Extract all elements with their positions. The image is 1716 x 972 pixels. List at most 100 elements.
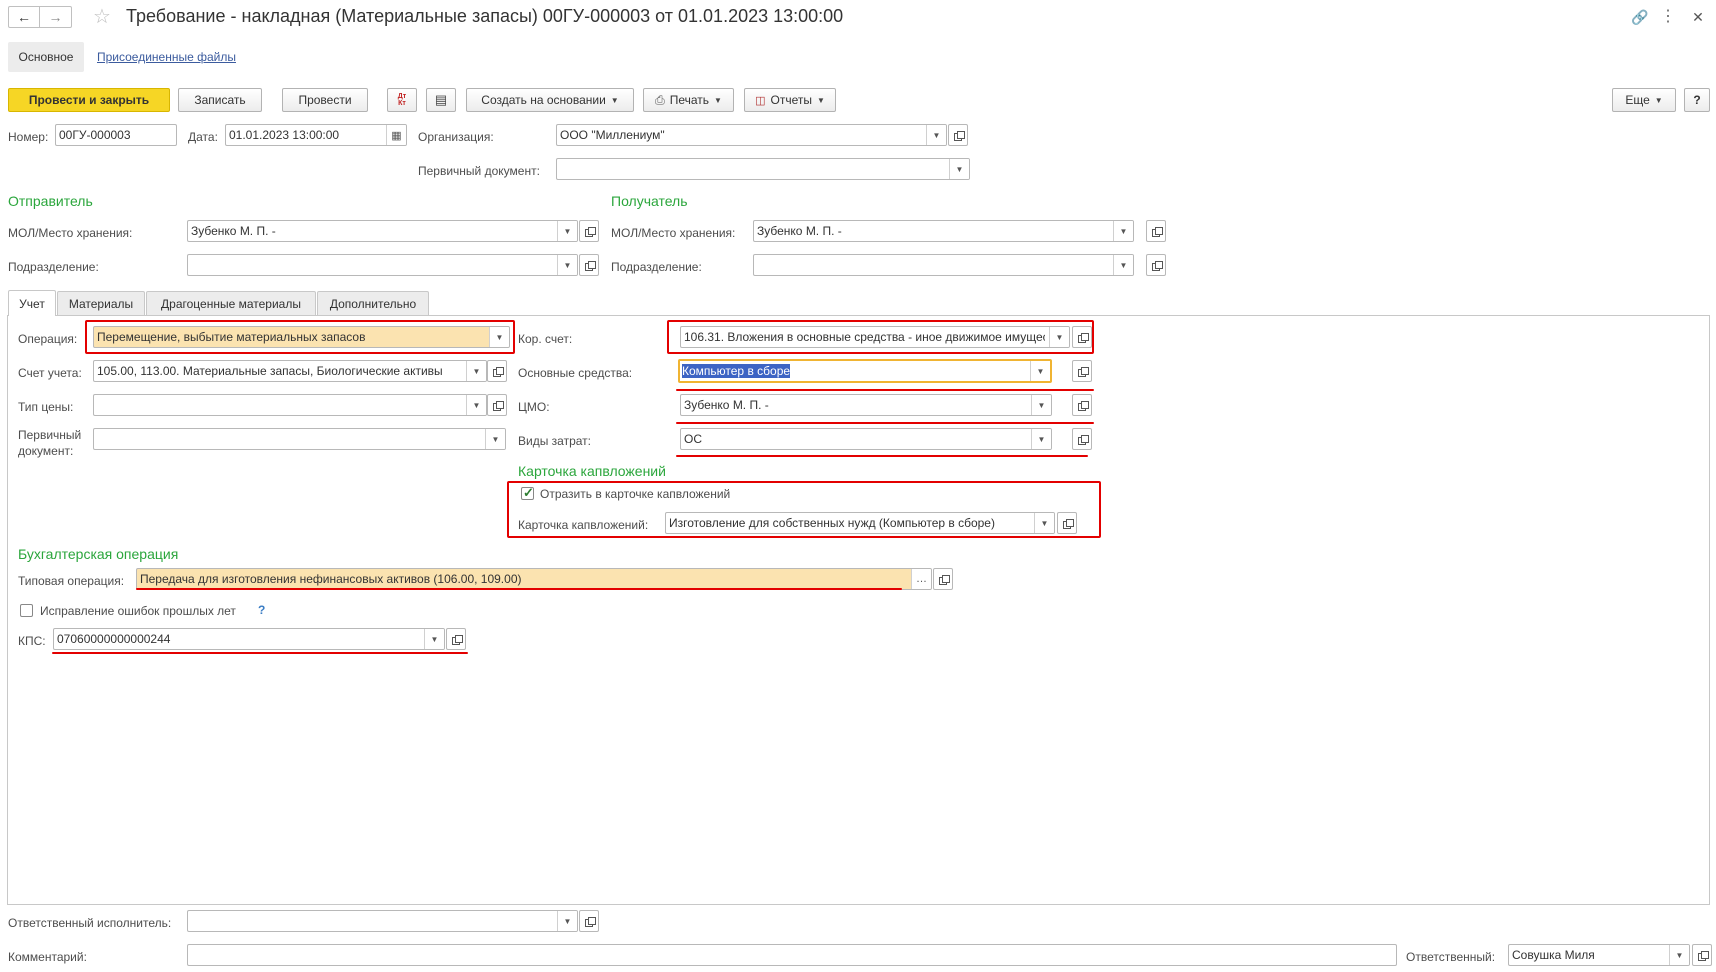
- receiver-mol-label: МОЛ/Место хранения:: [611, 226, 736, 240]
- close-button[interactable]: ✕: [1688, 7, 1708, 27]
- primary-doc-field[interactable]: ▼: [556, 158, 970, 180]
- reflect-checkbox[interactable]: ✓: [521, 485, 534, 500]
- operation-field[interactable]: Перемещение, выбытие материальных запасо…: [93, 326, 510, 348]
- kps-open-button[interactable]: [446, 628, 466, 650]
- fix-errors-checkbox[interactable]: [20, 604, 33, 617]
- ellipsis-icon[interactable]: …: [911, 569, 931, 589]
- comment-field[interactable]: [187, 944, 1397, 966]
- card-open-button[interactable]: [1057, 512, 1077, 534]
- help-button[interactable]: ?: [1684, 88, 1710, 112]
- primary-doc-label: Первичный документ:: [418, 164, 540, 178]
- dropdown-icon[interactable]: ▼: [926, 125, 946, 145]
- date-field[interactable]: 01.01.2023 13:00:00 ▦: [225, 124, 407, 146]
- favorite-button[interactable]: ☆: [90, 4, 114, 28]
- dropdown-icon[interactable]: ▼: [1030, 361, 1050, 381]
- dropdown-icon[interactable]: ▼: [1031, 429, 1051, 449]
- close-icon: ✕: [1692, 8, 1704, 25]
- os-label: Основные средства:: [518, 366, 633, 380]
- card-field[interactable]: Изготовление для собственных нужд (Компь…: [665, 512, 1055, 534]
- post-button[interactable]: Провести: [282, 88, 368, 112]
- receiver-dept-open-button[interactable]: [1146, 254, 1166, 276]
- tab-precious-materials[interactable]: Драгоценные материалы: [146, 291, 316, 315]
- typical-operation-open-button[interactable]: [933, 568, 953, 590]
- chevron-down-icon: ▼: [714, 95, 722, 105]
- tab-files[interactable]: Присоединенные файлы: [97, 50, 236, 64]
- link-button[interactable]: 🔗: [1630, 7, 1650, 27]
- tab-additional[interactable]: Дополнительно: [317, 291, 429, 315]
- sender-dept-field[interactable]: ▼: [187, 254, 578, 276]
- dropdown-icon[interactable]: ▼: [557, 221, 577, 241]
- more-menu-button[interactable]: ⋮: [1660, 7, 1676, 27]
- dropdown-icon[interactable]: ▼: [557, 255, 577, 275]
- price-type-open-button[interactable]: [487, 394, 507, 416]
- cost-value: ОС: [684, 432, 702, 446]
- date-value: 01.01.2023 13:00:00: [229, 128, 340, 142]
- typical-operation-field[interactable]: Передача для изготовления нефинансовых а…: [136, 568, 932, 590]
- sender-mol-open-button[interactable]: [579, 220, 599, 242]
- print-button[interactable]: ⎙ Печать ▼: [643, 88, 734, 112]
- cost-field[interactable]: ОС ▼: [680, 428, 1052, 450]
- tab-accounting[interactable]: Учет: [8, 290, 56, 316]
- dropdown-icon[interactable]: ▼: [1113, 221, 1133, 241]
- account-field[interactable]: 105.00, 113.00. Материальные запасы, Био…: [93, 360, 487, 382]
- comment-label: Комментарий:: [8, 950, 87, 964]
- dropdown-icon[interactable]: ▼: [1034, 513, 1054, 533]
- open-icon: [1077, 366, 1089, 377]
- responsible-open-button[interactable]: [1692, 944, 1712, 966]
- post-and-close-button[interactable]: Провести и закрыть: [8, 88, 170, 112]
- executor-open-button[interactable]: [579, 910, 599, 932]
- create-based-button[interactable]: Создать на основании ▼: [466, 88, 634, 112]
- org-field[interactable]: ООО "Миллениум" ▼: [556, 124, 947, 146]
- open-icon: [492, 400, 504, 411]
- cmo-field[interactable]: Зубенко М. П. - ▼: [680, 394, 1052, 416]
- sender-dept-open-button[interactable]: [579, 254, 599, 276]
- card-value: Изготовление для собственных нужд (Компь…: [669, 516, 995, 530]
- tab-primary-doc-field[interactable]: ▼: [93, 428, 506, 450]
- kps-label: КПС:: [18, 634, 46, 648]
- number-field[interactable]: 00ГУ-000003: [55, 124, 177, 146]
- dropdown-icon[interactable]: ▼: [557, 911, 577, 931]
- more-button[interactable]: Еще ▼: [1612, 88, 1676, 112]
- kor-field[interactable]: 106.31. Вложения в основные средства - и…: [680, 326, 1070, 348]
- menu-dots-icon: ⋮: [1660, 8, 1676, 25]
- receiver-mol-open-button[interactable]: [1146, 220, 1166, 242]
- typical-operation-value: Передача для изготовления нефинансовых а…: [140, 572, 522, 586]
- dropdown-icon[interactable]: ▼: [466, 361, 486, 381]
- dropdown-icon[interactable]: ▼: [1031, 395, 1051, 415]
- calendar-icon[interactable]: ▦: [386, 125, 406, 145]
- receiver-mol-field[interactable]: Зубенко М. П. - ▼: [753, 220, 1134, 242]
- dropdown-icon[interactable]: ▼: [1113, 255, 1133, 275]
- reports-button[interactable]: ◫ Отчеты ▼: [744, 88, 836, 112]
- dropdown-icon[interactable]: ▼: [466, 395, 486, 415]
- sender-mol-field[interactable]: Зубенко М. П. - ▼: [187, 220, 578, 242]
- responsible-field[interactable]: Совушка Миля ▼: [1508, 944, 1690, 966]
- executor-field[interactable]: ▼: [187, 910, 578, 932]
- tab-main[interactable]: Основное: [8, 42, 84, 72]
- os-open-button[interactable]: [1072, 360, 1092, 382]
- cost-open-button[interactable]: [1072, 428, 1092, 450]
- arrow-right-icon: →: [48, 9, 63, 25]
- price-type-field[interactable]: ▼: [93, 394, 487, 416]
- dropdown-icon[interactable]: ▼: [949, 159, 969, 179]
- kor-open-button[interactable]: [1072, 326, 1092, 348]
- kps-field[interactable]: 07060000000000244 ▼: [53, 628, 445, 650]
- forward-button[interactable]: →: [40, 6, 72, 28]
- journal-button[interactable]: ▤: [426, 88, 456, 112]
- tab-materials[interactable]: Материалы: [57, 291, 145, 315]
- dropdown-icon[interactable]: ▼: [1049, 327, 1069, 347]
- account-open-button[interactable]: [487, 360, 507, 382]
- fix-errors-help[interactable]: ?: [258, 603, 265, 617]
- receiver-dept-field[interactable]: ▼: [753, 254, 1134, 276]
- back-button[interactable]: ←: [8, 6, 40, 28]
- sender-mol-label: МОЛ/Место хранения:: [8, 226, 133, 240]
- dt-kt-button[interactable]: Дт Кт: [387, 88, 417, 112]
- org-open-button[interactable]: [948, 124, 968, 146]
- checkmark-icon: ✓: [523, 485, 534, 500]
- dropdown-icon[interactable]: ▼: [485, 429, 505, 449]
- os-field[interactable]: Компьютер в сборе ▼: [678, 359, 1052, 383]
- dropdown-icon[interactable]: ▼: [489, 327, 509, 347]
- dropdown-icon[interactable]: ▼: [424, 629, 444, 649]
- save-button[interactable]: Записать: [178, 88, 262, 112]
- dropdown-icon[interactable]: ▼: [1669, 945, 1689, 965]
- cmo-open-button[interactable]: [1072, 394, 1092, 416]
